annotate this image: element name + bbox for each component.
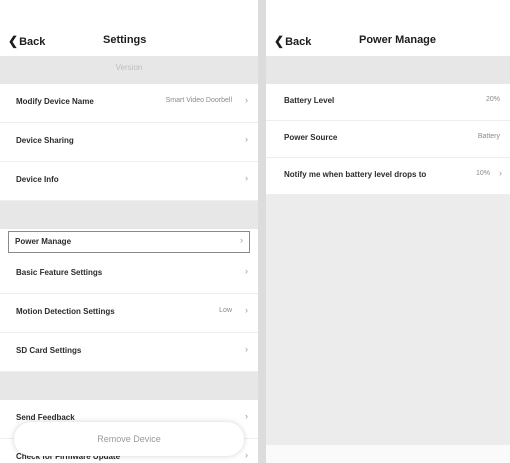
power-source-row: Power Source Battery xyxy=(266,121,510,158)
row-value: Low xyxy=(219,307,232,314)
back-label: Back xyxy=(19,36,46,48)
empty-area xyxy=(266,195,510,445)
chevron-right-icon: › xyxy=(245,134,248,144)
row-value: Battery xyxy=(477,133,500,140)
battery-level-row: Battery Level 20% xyxy=(266,84,510,121)
basic-feature-settings-row[interactable]: Basic Feature Settings › xyxy=(0,255,258,294)
sd-card-settings-row[interactable]: SD Card Settings › xyxy=(0,333,258,372)
row-label: Battery Level xyxy=(284,96,335,105)
chevron-left-icon: ❮ xyxy=(274,34,285,48)
power-settings-list: Battery Level 20% Power Source Battery N… xyxy=(266,84,510,195)
power-manage-row[interactable]: Power Manage › xyxy=(8,231,250,253)
back-label: Back xyxy=(285,36,312,48)
chevron-right-icon: › xyxy=(499,168,502,178)
version-text: Version xyxy=(115,63,143,72)
row-label: Device Sharing xyxy=(16,136,74,145)
power-manage-screen: ❮Back Power Manage Battery Level 20% Pow… xyxy=(266,0,510,463)
modify-device-name-row[interactable]: Modify Device Name Smart Video Doorbell … xyxy=(0,84,258,123)
chevron-right-icon: › xyxy=(245,344,248,354)
page-title: Power Manage xyxy=(359,34,437,46)
row-label: Motion Detection Settings xyxy=(16,307,115,316)
power-navbar: ❮Back Power Manage xyxy=(266,0,510,56)
chevron-right-icon: › xyxy=(245,450,248,460)
page-title: Settings xyxy=(103,34,147,46)
settings-navbar: ❮Back Settings xyxy=(0,0,258,56)
row-value: 20% xyxy=(485,96,500,103)
row-value: Smart Video Doorbell xyxy=(165,97,232,104)
row-label: Send Feedback xyxy=(16,413,75,422)
section-divider xyxy=(0,372,258,400)
screen-divider xyxy=(258,0,266,463)
row-value: 10% xyxy=(475,170,490,177)
version-band: Version xyxy=(0,56,258,84)
chevron-right-icon: › xyxy=(240,235,243,245)
chevron-right-icon: › xyxy=(245,411,248,421)
section-divider xyxy=(266,56,510,84)
section-divider xyxy=(0,201,258,229)
row-label: Modify Device Name xyxy=(16,97,94,106)
row-label: Basic Feature Settings xyxy=(16,268,103,277)
settings-back-button[interactable]: ❮Back xyxy=(8,34,45,48)
device-sharing-row[interactable]: Device Sharing › xyxy=(0,123,258,162)
remove-device-button[interactable]: Remove Device xyxy=(14,422,244,456)
row-label: Notify me when battery level drops to xyxy=(284,170,427,179)
row-label: Device Info xyxy=(16,175,59,184)
chevron-right-icon: › xyxy=(245,95,248,105)
row-label: SD Card Settings xyxy=(16,346,82,355)
device-info-row[interactable]: Device Info › xyxy=(0,162,258,201)
chevron-right-icon: › xyxy=(245,266,248,276)
motion-detection-settings-row[interactable]: Motion Detection Settings Low › xyxy=(0,294,258,333)
power-back-button[interactable]: ❮Back xyxy=(274,34,311,48)
chevron-right-icon: › xyxy=(245,305,248,315)
notify-battery-threshold-row[interactable]: Notify me when battery level drops to 10… xyxy=(266,158,510,195)
settings-screen: ❮Back Settings Version Modify Device Nam… xyxy=(0,0,258,463)
row-label: Power Manage xyxy=(15,237,72,246)
chevron-left-icon: ❮ xyxy=(8,34,19,48)
row-label: Power Source xyxy=(284,133,338,142)
chevron-right-icon: › xyxy=(245,173,248,183)
